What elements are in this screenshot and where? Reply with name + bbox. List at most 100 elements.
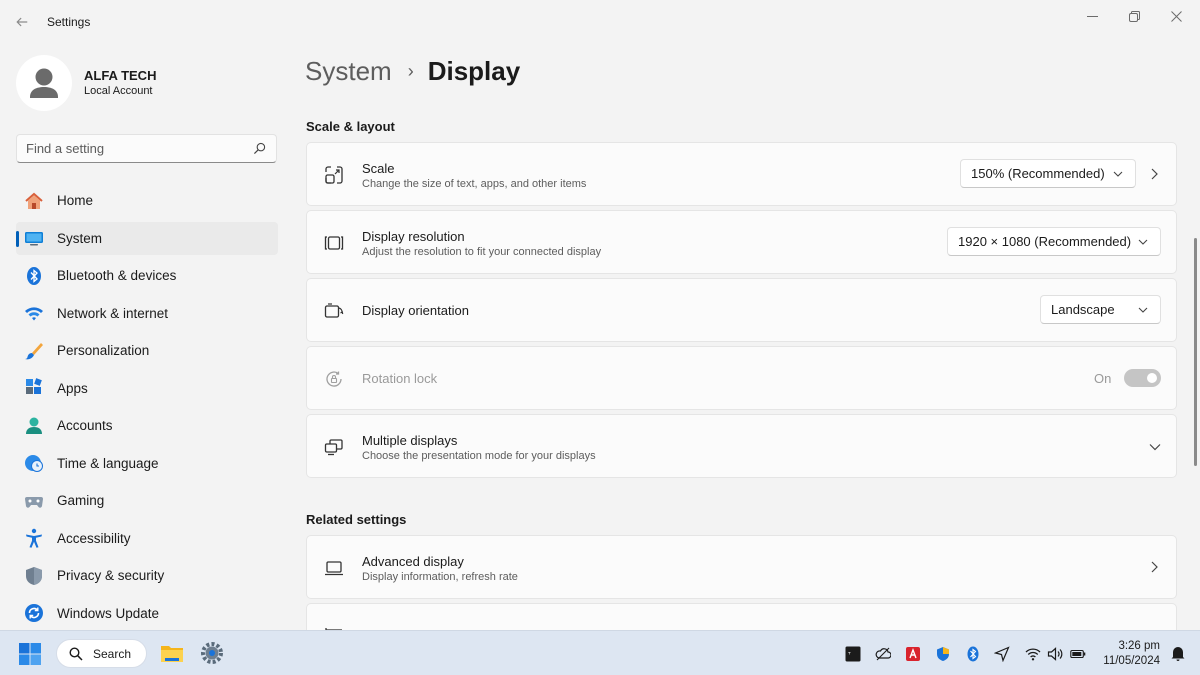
close-button[interactable] — [1156, 4, 1196, 28]
sidebar-item-bluetooth[interactable]: Bluetooth & devices — [16, 259, 278, 292]
multiple-displays-card[interactable]: Multiple displays Choose the presentatio… — [306, 414, 1177, 478]
breadcrumb: System › Display — [305, 55, 520, 87]
resolution-dropdown[interactable]: 1920 × 1080 (Recommended) — [947, 227, 1161, 256]
breadcrumb-parent[interactable]: System — [305, 56, 392, 87]
search-icon[interactable] — [253, 142, 266, 155]
gamepad-icon — [24, 491, 44, 511]
home-icon — [24, 191, 44, 211]
sidebar-item-system[interactable]: System — [16, 221, 278, 255]
search-input[interactable] — [17, 135, 237, 162]
avatar[interactable] — [16, 55, 72, 111]
restore-button[interactable] — [1114, 4, 1154, 28]
accessibility-icon — [24, 528, 44, 548]
sidebar-item-label: Gaming — [57, 493, 105, 508]
multiple-displays-icon — [323, 436, 345, 458]
sidebar-item-label: Bluetooth & devices — [57, 268, 177, 283]
user-profile[interactable]: ALFA TECH Local Account — [16, 55, 266, 111]
multiple-displays-description: Choose the presentation mode for your di… — [362, 450, 596, 462]
security-shield-icon[interactable] — [934, 645, 952, 663]
sidebar-item-gaming[interactable]: Gaming — [16, 484, 278, 517]
advanced-display-description: Display information, refresh rate — [362, 571, 518, 583]
sidebar-item-label: Privacy & security — [57, 568, 165, 583]
accounts-icon — [24, 416, 44, 436]
scale-title: Scale — [362, 161, 395, 176]
resolution-description: Adjust the resolution to fit your connec… — [362, 246, 602, 258]
sidebar-item-accessibility[interactable]: Accessibility — [16, 522, 278, 555]
svg-text:ᵀ: ᵀ — [847, 651, 851, 659]
advanced-display-title: Advanced display — [362, 554, 464, 569]
search-icon — [69, 646, 83, 661]
shield-icon — [24, 566, 44, 586]
chevron-right-icon[interactable] — [1149, 168, 1159, 180]
settings-gear-icon[interactable] — [199, 640, 225, 666]
chevron-down-icon — [1138, 307, 1148, 313]
display-orientation-card: Display orientation Landscape — [306, 278, 1177, 342]
sidebar-item-label: Home — [57, 193, 94, 208]
section-title-related-settings: Related settings — [306, 512, 407, 527]
brush-icon — [24, 341, 44, 361]
taskbar-clock[interactable]: 3:26 pm 11/05/2024 — [1103, 639, 1160, 669]
scrollbar[interactable] — [1194, 238, 1197, 466]
sidebar-item-privacy[interactable]: Privacy & security — [16, 559, 278, 592]
sidebar-item-personalization[interactable]: Personalization — [16, 334, 278, 367]
scale-dropdown-value: 150% (Recommended) — [971, 166, 1105, 181]
orientation-title: Display orientation — [362, 303, 469, 318]
taskbar-search-button[interactable]: Search — [56, 639, 147, 668]
volume-icon[interactable] — [1046, 645, 1064, 663]
sidebar-item-time-language[interactable]: Time & language — [16, 447, 278, 480]
windows-start-icon[interactable] — [18, 642, 42, 666]
bluetooth-tray-icon[interactable] — [964, 645, 982, 663]
minimize-button[interactable] — [1072, 4, 1112, 28]
taskbar-search-label: Search — [93, 646, 132, 661]
sidebar-item-label: Time & language — [57, 455, 159, 471]
scale-dropdown[interactable]: 150% (Recommended) — [960, 159, 1136, 188]
bluetooth-icon — [24, 266, 44, 286]
sound-mixer-icon[interactable]: ᵀ — [844, 645, 862, 663]
antivirus-icon[interactable] — [904, 645, 922, 663]
section-title-scale-layout: Scale & layout — [306, 119, 395, 134]
update-icon — [24, 603, 44, 623]
back-arrow-icon[interactable] — [12, 12, 32, 32]
advanced-display-card[interactable]: Advanced display Display information, re… — [306, 535, 1177, 599]
app-title: Settings — [47, 15, 91, 29]
file-explorer-icon[interactable] — [159, 640, 185, 666]
multiple-displays-title: Multiple displays — [362, 433, 458, 448]
sidebar-item-label: Apps — [57, 380, 88, 396]
globe-clock-icon — [24, 453, 44, 473]
chevron-right-icon[interactable] — [1149, 561, 1159, 573]
rotation-lock-toggle[interactable] — [1124, 369, 1161, 387]
sidebar-item-accounts[interactable]: Accounts — [16, 409, 278, 442]
toggle-knob — [1147, 373, 1157, 383]
sidebar-item-network[interactable]: Network & internet — [16, 297, 278, 330]
resolution-dropdown-value: 1920 × 1080 (Recommended) — [958, 234, 1132, 249]
person-icon — [30, 68, 58, 98]
battery-icon[interactable] — [1069, 645, 1087, 663]
rotation-lock-icon — [323, 368, 345, 390]
sidebar-item-apps[interactable]: Apps — [16, 372, 278, 405]
orientation-dropdown-value: Landscape — [1051, 302, 1115, 317]
chevron-down-icon[interactable] — [1149, 442, 1161, 452]
onedrive-icon[interactable] — [874, 645, 892, 663]
sidebar-item-label: Accounts — [57, 418, 113, 433]
sidebar-item-label: Network & internet — [57, 305, 169, 321]
orientation-icon — [323, 300, 345, 322]
orientation-dropdown[interactable]: Landscape — [1040, 295, 1161, 324]
clock-date: 11/05/2024 — [1103, 655, 1160, 667]
sidebar-item-home[interactable]: Home — [16, 184, 278, 217]
system-icon — [24, 228, 44, 248]
laptop-icon — [323, 557, 345, 579]
title-bar: Settings — [0, 0, 1200, 44]
chevron-down-icon — [1138, 239, 1148, 245]
taskbar: Search ᵀ 3:26 pm 11/05/2024 — [0, 630, 1200, 675]
location-icon[interactable] — [993, 645, 1011, 663]
rotation-lock-title: Rotation lock — [362, 371, 438, 386]
scale-card[interactable]: Scale Change the size of text, apps, and… — [306, 142, 1177, 206]
breadcrumb-separator: › — [407, 60, 414, 81]
search-box[interactable] — [16, 134, 277, 163]
rotation-lock-state: On — [1094, 371, 1112, 386]
notification-bell-icon[interactable] — [1170, 645, 1186, 661]
resolution-icon — [323, 232, 345, 254]
scale-icon — [323, 164, 345, 186]
wifi-tray-icon[interactable] — [1024, 645, 1042, 663]
sidebar-item-windows-update[interactable]: Windows Update — [16, 597, 278, 630]
